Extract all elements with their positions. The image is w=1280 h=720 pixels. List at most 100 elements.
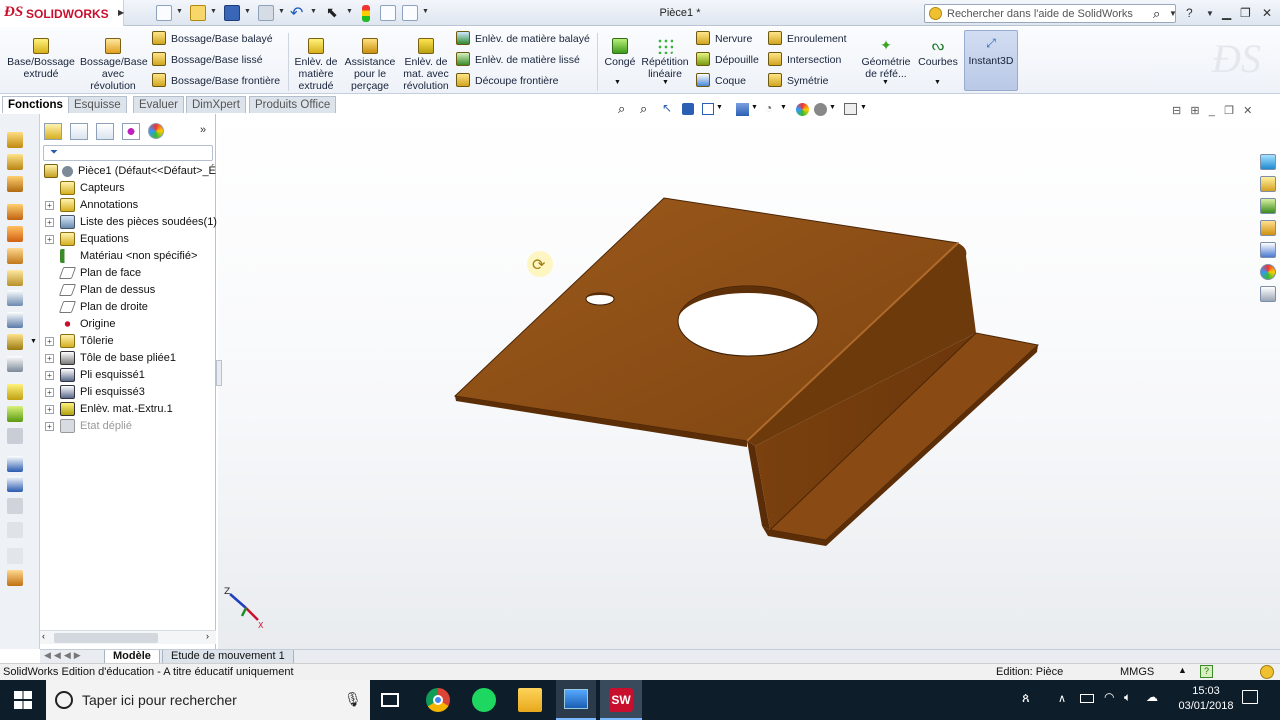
chrome-icon[interactable] bbox=[426, 688, 450, 712]
open-folder-icon[interactable] bbox=[190, 5, 206, 21]
cross-break-icon[interactable] bbox=[7, 312, 23, 328]
fillet-button[interactable]: Congé bbox=[602, 29, 638, 68]
hide-show-items-icon[interactable]: ◔ bbox=[765, 101, 772, 115]
draft-button[interactable]: Dépouille bbox=[696, 52, 759, 70]
extruded-cut-button[interactable]: Enlèv. de matière extrudé bbox=[292, 29, 340, 92]
tree-item-cut-extrude1[interactable]: + Enlèv. mat.-Extru.1 bbox=[40, 401, 216, 418]
rebuild-icon[interactable]: ⟳ bbox=[532, 255, 546, 274]
spotify-icon[interactable] bbox=[472, 688, 496, 712]
new-dropdown-icon[interactable]: ▼ bbox=[176, 8, 183, 24]
options-dropdown-icon[interactable]: ▼ bbox=[422, 8, 429, 24]
curves-dropdown-icon[interactable]: ▼ bbox=[934, 79, 941, 86]
edge-flange-icon[interactable] bbox=[7, 204, 23, 220]
configuration-manager-tab-icon[interactable] bbox=[96, 123, 114, 140]
expand-icon[interactable]: + bbox=[45, 371, 54, 380]
expand-icon[interactable]: + bbox=[45, 388, 54, 397]
sheet-metal-part-model[interactable]: ⟳ bbox=[218, 114, 1256, 649]
simple-hole-icon[interactable] bbox=[7, 406, 23, 422]
boundary-boss-button[interactable]: Bossage/Base frontière bbox=[152, 73, 280, 91]
expand-icon[interactable]: + bbox=[45, 354, 54, 363]
panel-splitter-handle[interactable] bbox=[216, 360, 222, 386]
boundary-cut-button[interactable]: Découpe frontière bbox=[456, 73, 590, 91]
appearances-icon[interactable] bbox=[1260, 264, 1276, 280]
save-icon[interactable] bbox=[224, 5, 240, 21]
tray-overflow-icon[interactable]: ∧ bbox=[1058, 692, 1066, 705]
intersect-button[interactable]: Intersection bbox=[768, 52, 847, 70]
help-icon[interactable]: ? bbox=[1186, 6, 1193, 20]
lofted-bend-icon[interactable] bbox=[7, 176, 23, 192]
file-explorer-taskbar-icon[interactable] bbox=[518, 688, 542, 712]
swept-boss-button[interactable]: Bossage/Base balayé bbox=[152, 31, 280, 49]
curves-button[interactable]: ᔓ Courbes bbox=[916, 29, 960, 68]
forming-tool-icon[interactable] bbox=[7, 356, 23, 372]
help-search-input[interactable]: Rechercher dans l'aide de SolidWorks ⌕ bbox=[924, 4, 1176, 23]
vent-icon[interactable] bbox=[7, 428, 23, 444]
rip-icon[interactable] bbox=[7, 570, 23, 586]
linear-pattern-button[interactable]: Répétition linéaire bbox=[640, 29, 690, 80]
lofted-cut-button[interactable]: Enlèv. de matière lissé bbox=[456, 52, 590, 70]
undo-dropdown-icon[interactable]: ▼ bbox=[310, 8, 317, 24]
tree-item-sketched-bend1[interactable]: + Pli esquissé1 bbox=[40, 367, 216, 384]
units-selector[interactable]: MMGS bbox=[1120, 666, 1154, 678]
wrap-button[interactable]: Enroulement bbox=[768, 31, 847, 49]
close-icon[interactable]: ✕ bbox=[1262, 6, 1272, 20]
tree-item-sheet-metal[interactable]: + Tôlerie bbox=[40, 333, 216, 350]
display-style-dropdown-icon[interactable]: ▼ bbox=[751, 104, 758, 111]
no-bends-icon[interactable] bbox=[7, 522, 23, 538]
display-manager-tab-icon[interactable] bbox=[148, 123, 164, 139]
sketched-bend-icon[interactable] bbox=[7, 290, 23, 306]
help-status-icon[interactable]: ? bbox=[1200, 665, 1213, 678]
expand-icon[interactable]: + bbox=[45, 405, 54, 414]
view-orientation-dropdown-icon[interactable]: ▼ bbox=[716, 104, 723, 111]
expand-icon[interactable]: + bbox=[45, 422, 54, 431]
options-icon[interactable] bbox=[402, 5, 418, 21]
solidworks-logo[interactable]: ƉS SOLIDWORKS ▶ bbox=[0, 0, 124, 26]
revolved-cut-button[interactable]: Enlèv. de mat. avec révolution bbox=[400, 29, 452, 92]
search-icon[interactable]: ⌕ bbox=[1153, 6, 1167, 21]
shell-button[interactable]: Coque bbox=[696, 73, 759, 91]
tree-item-equations[interactable]: + Equations bbox=[40, 231, 216, 248]
tab-features[interactable]: Fonctions bbox=[2, 96, 69, 113]
hole-wizard-button[interactable]: Assistance pour le perçage bbox=[344, 29, 396, 92]
insert-bends-icon[interactable] bbox=[7, 548, 23, 564]
action-center-icon[interactable] bbox=[1242, 690, 1258, 704]
tree-item-cut-list[interactable]: + Liste des pièces soudées(1) bbox=[40, 214, 217, 231]
refgeom-dropdown-icon[interactable]: ▼ bbox=[882, 79, 889, 86]
new-doc-icon[interactable] bbox=[156, 5, 172, 21]
view-settings-dropdown-icon[interactable]: ▼ bbox=[860, 104, 867, 111]
tree-item-flat-pattern[interactable]: + Etat déplié bbox=[40, 418, 216, 435]
sheet-metal-base-flange-icon[interactable] bbox=[7, 132, 23, 148]
tab-evaluate[interactable]: Evaluer bbox=[133, 96, 184, 113]
tab-model[interactable]: Modèle bbox=[104, 650, 160, 664]
corner-dropdown-icon[interactable]: ▼ bbox=[30, 338, 37, 345]
extruded-cut-sheet-icon[interactable] bbox=[7, 384, 23, 400]
tree-filter-input[interactable]: ⏷ bbox=[43, 145, 213, 161]
extrude-boss-button[interactable]: Base/Bossage extrudé bbox=[6, 29, 76, 80]
design-library-icon[interactable] bbox=[1260, 176, 1276, 192]
tree-item-top-plane[interactable]: Plan de dessus bbox=[40, 282, 216, 299]
unfold-icon[interactable] bbox=[7, 456, 23, 472]
expand-icon[interactable]: + bbox=[45, 201, 54, 210]
expand-panel-icon[interactable]: » bbox=[200, 124, 206, 136]
reference-geometry-button[interactable]: ✦ Géométrie de réfé... bbox=[858, 29, 914, 80]
print-icon[interactable] bbox=[258, 5, 274, 21]
convert-to-sheet-metal-icon[interactable] bbox=[7, 154, 23, 170]
swept-cut-button[interactable]: Enlèv. de matière balayé bbox=[456, 31, 590, 49]
notification-icon[interactable] bbox=[1260, 665, 1274, 679]
tab-dimxpert[interactable]: DimXpert bbox=[186, 96, 246, 113]
scroll-thumb[interactable] bbox=[54, 633, 158, 643]
tree-item-right-plane[interactable]: Plan de droite bbox=[40, 299, 216, 316]
mirror-button[interactable]: Symétrie bbox=[768, 73, 847, 91]
volume-icon[interactable]: 🔈︎ bbox=[1124, 690, 1131, 705]
custom-properties-icon[interactable] bbox=[1260, 286, 1276, 302]
folder-icon[interactable] bbox=[1260, 220, 1276, 236]
closed-corner-icon[interactable] bbox=[7, 334, 23, 350]
fillet-dropdown-icon[interactable]: ▼ bbox=[614, 79, 621, 86]
view-palette-icon[interactable] bbox=[1260, 242, 1276, 258]
pattern-dropdown-icon[interactable]: ▼ bbox=[662, 79, 669, 86]
file-properties-icon[interactable] bbox=[380, 5, 396, 21]
tree-item-sketched-bend3[interactable]: + Pli esquissé3 bbox=[40, 384, 216, 401]
scroll-right-icon[interactable]: › bbox=[206, 631, 209, 641]
flatten-icon[interactable] bbox=[7, 498, 23, 514]
taskbar-search-box[interactable]: Taper ici pour rechercher 🎙︎ bbox=[46, 680, 370, 720]
